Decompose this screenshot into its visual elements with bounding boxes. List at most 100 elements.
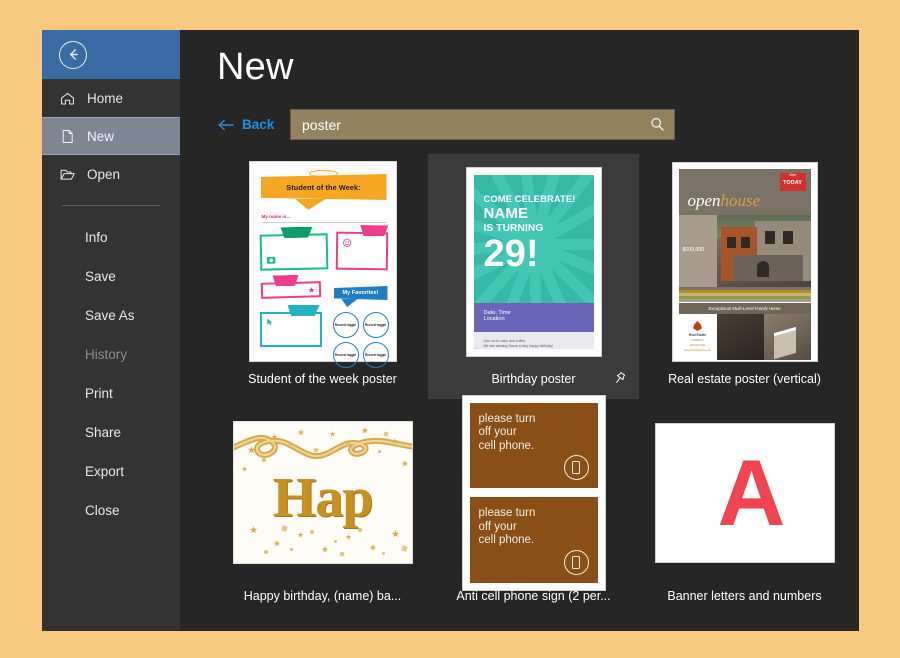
smiley-icon — [342, 238, 351, 247]
sign-line-1: please turn — [478, 412, 536, 425]
window — [726, 236, 736, 248]
favorite-circle: Record toggle — [362, 312, 389, 338]
template-tile-happy-birthday-banner[interactable]: Hap Happy birthday, (name) ba... — [217, 399, 428, 619]
template-tile-real-estate-poster[interactable]: View TODAY openhouse $000,000 Exceptiona… — [639, 154, 850, 399]
age-line: 29! — [483, 232, 539, 275]
template-grid: Student of the Week: My name is... My Fa… — [217, 154, 857, 619]
thumbnail-wrap: please turn off your cell phone. please … — [461, 394, 606, 591]
card-tab — [272, 275, 298, 287]
sidebar-item-close[interactable]: Close — [42, 491, 180, 530]
sidebar-item-save-as[interactable]: Save As — [42, 296, 180, 335]
logo-contact: 000-000-0000 — [690, 344, 705, 347]
left-arrow-glyph — [69, 49, 78, 60]
photo-caption: Exceptional Multi-Level Family Home — [678, 302, 811, 314]
template-tile-anti-cell-phone-sign[interactable]: please turn off your cell phone. please … — [428, 394, 639, 619]
poster-middle: $000,000 — [678, 214, 811, 287]
favorite-circle: Record toggle — [332, 312, 359, 338]
document-icon — [62, 129, 73, 143]
phone-glyph — [572, 555, 580, 569]
folder-open-icon — [60, 169, 75, 180]
arch-door — [756, 260, 769, 277]
sidebar-item-print[interactable]: Print — [42, 374, 180, 413]
template-caption: Birthday poster — [491, 372, 576, 386]
celebrate-line: COME CELEBRATE! — [483, 192, 576, 204]
sign-line-1: please turn — [478, 507, 536, 519]
template-caption: Student of the week poster — [248, 372, 397, 386]
template-tile-banner-letters-and-numbers[interactable]: A Banner letters and numbers — [639, 399, 850, 619]
color-stripes — [678, 286, 811, 303]
banner-tail — [295, 199, 326, 210]
card-teal — [259, 305, 322, 347]
favorite-circle: Record toggle — [332, 342, 359, 368]
card-tab — [360, 225, 388, 236]
sidebar-item-save[interactable]: Save — [42, 257, 180, 296]
badge-view-label: View — [789, 172, 796, 177]
window — [764, 230, 775, 244]
details-band: Date, Time Location — [473, 302, 594, 332]
sign-line-2: off your — [478, 426, 517, 438]
interior-photo-2 — [763, 313, 811, 360]
window — [740, 236, 750, 248]
cursor-icon — [266, 318, 272, 326]
sidebar: Home New Open Info Save Save As History … — [42, 30, 180, 631]
sidebar-item-save-as-label: Save As — [85, 308, 135, 323]
template-tile-student-of-the-week[interactable]: Student of the Week: My name is... My Fa… — [217, 154, 428, 399]
pin-icon[interactable] — [612, 371, 627, 386]
thumbnail-wrap: Student of the Week: My name is... My Fa… — [248, 160, 397, 368]
sidebar-item-export[interactable]: Export — [42, 452, 180, 491]
arrow-left-icon — [218, 119, 234, 130]
poster-header: View TODAY openhouse — [678, 168, 811, 215]
card-pink-small — [260, 281, 321, 299]
name-line: NAME — [483, 204, 529, 222]
thumbnail-wrap: A — [654, 405, 835, 580]
template-caption: Banner letters and numbers — [667, 589, 822, 603]
card-tab — [287, 305, 320, 316]
search-icon[interactable] — [649, 116, 666, 133]
sign-panel-bottom: please turn off your cell phone. — [469, 497, 598, 583]
sidebar-item-info-label: Info — [85, 230, 108, 245]
sidebar-item-info[interactable]: Info — [42, 218, 180, 257]
sidebar-item-open[interactable]: Open — [42, 155, 180, 193]
back-link-label: Back — [242, 117, 275, 132]
sidebar-divider — [62, 205, 160, 206]
sunburst-background: COME CELEBRATE! NAME IS TURNING 29! — [473, 174, 594, 303]
thumbnail-wrap: View TODAY openhouse $000,000 Exceptiona… — [671, 160, 818, 363]
sidebar-item-new-label: New — [87, 128, 115, 144]
camera-icon — [266, 256, 275, 264]
title-house: house — [720, 190, 761, 210]
sidebar-item-new[interactable]: New — [42, 117, 180, 155]
favorites-tail — [341, 299, 358, 307]
banner-title: Student of the Week: — [260, 174, 387, 200]
caption-row: Birthday poster — [434, 372, 633, 386]
card-green — [259, 233, 328, 271]
search-row: Back — [217, 109, 859, 140]
circle-left-arrow-icon — [59, 40, 87, 69]
back-link[interactable]: Back — [217, 117, 290, 132]
thumbnail-real-estate-poster: View TODAY openhouse $000,000 Exceptiona… — [671, 161, 818, 362]
logo-site: www.companyname.com — [684, 349, 711, 352]
thumbnail-anti-cell-phone-sign: please turn off your cell phone. please … — [461, 394, 606, 591]
sidebar-item-close-label: Close — [85, 503, 120, 518]
house-photo — [716, 214, 811, 287]
sidebar-item-home[interactable]: Home — [42, 79, 180, 117]
template-tile-birthday-poster[interactable]: COME CELEBRATE! NAME IS TURNING 29! Date… — [428, 154, 639, 399]
search-box[interactable] — [290, 109, 675, 140]
fine-print: Join us for cake and coffee. We are wish… — [483, 338, 554, 348]
window — [782, 230, 793, 244]
poster-footer: Real Estate COMPANY 000-000-0000 www.com… — [678, 313, 811, 360]
thumbnail-birthday-poster: COME CELEBRATE! NAME IS TURNING 29! Date… — [473, 174, 594, 349]
search-input[interactable] — [302, 116, 649, 133]
template-caption: Real estate poster (vertical) — [668, 372, 821, 386]
view-today-badge: View TODAY — [779, 172, 806, 191]
sidebar-item-share-label: Share — [85, 425, 122, 440]
mobile-phone-icon — [563, 455, 589, 480]
staircase — [773, 326, 796, 359]
sign-line-3: cell phone. — [478, 534, 535, 546]
card-pink — [335, 232, 388, 271]
thumbnail-frame: COME CELEBRATE! NAME IS TURNING 29! Date… — [465, 166, 602, 357]
thumbnail-wrap: Hap — [232, 405, 413, 580]
back-to-document-button[interactable] — [42, 30, 180, 79]
favorites-circles: Record toggle Record toggle Record toggl… — [332, 312, 389, 368]
sidebar-item-share[interactable]: Share — [42, 413, 180, 452]
banner-letter: A — [717, 439, 786, 545]
